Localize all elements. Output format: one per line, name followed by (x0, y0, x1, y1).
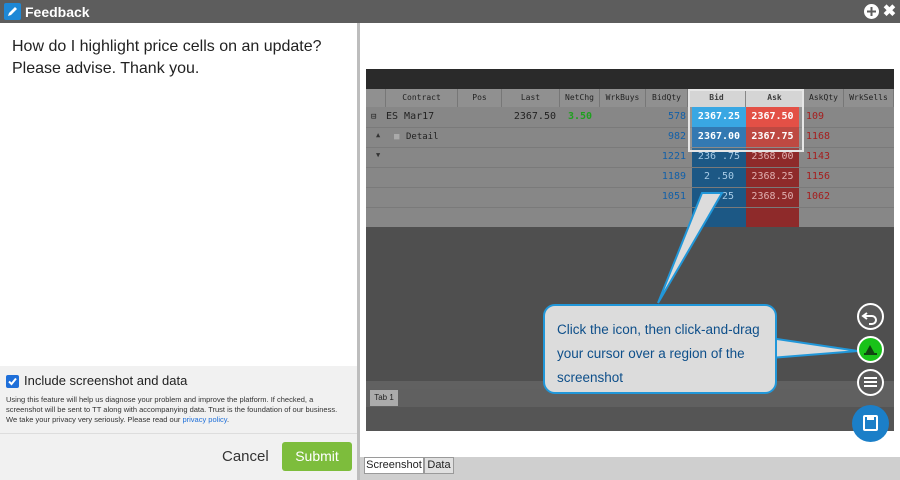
privacy-disclaimer: Using this feature will help us diagnose… (6, 395, 346, 425)
cancel-button[interactable]: Cancel (222, 448, 272, 468)
instruction-callout: Click the icon, then click-and-drag your… (543, 304, 777, 394)
callout-tail-up (657, 192, 724, 304)
window-title: Feedback (25, 4, 90, 20)
include-screenshot-label: Include screenshot and data (24, 373, 188, 388)
disclaimer-suffix: . (226, 415, 230, 424)
message-line: Please advise. Thank you. (12, 60, 200, 77)
form-footer: Include screenshot and data Using this f… (0, 366, 357, 480)
callout-pointers (657, 192, 859, 360)
submit-button[interactable]: Submit (282, 442, 352, 471)
tab-screenshot[interactable]: Screenshot (364, 457, 424, 474)
data-view-icon[interactable] (857, 369, 884, 396)
select-region-icon[interactable] (857, 336, 884, 363)
panel-tab-bar: Screenshot Data (360, 457, 900, 480)
feedback-form: How do I highlight price cells on an upd… (0, 23, 357, 480)
title-bar: Feedback ✖ (0, 0, 900, 23)
callout-text: Click the icon, then click-and-drag your… (557, 322, 760, 385)
tab-data[interactable]: Data (424, 457, 454, 474)
feedback-message-input[interactable]: How do I highlight price cells on an upd… (12, 36, 347, 80)
footer-divider (0, 433, 357, 434)
undo-icon[interactable] (857, 303, 884, 330)
disclaimer-text: Using this feature will help us diagnose… (6, 395, 338, 424)
include-screenshot-checkbox[interactable] (6, 375, 19, 388)
save-icon[interactable] (852, 405, 889, 442)
screenshot-panel: Contract Pos Last NetChg WrkBuys BidQty … (360, 23, 900, 480)
message-line: How do I highlight price cells on an upd… (12, 38, 322, 55)
privacy-policy-link[interactable]: privacy policy (182, 415, 226, 424)
close-icon[interactable]: ✖ (882, 3, 897, 20)
plus-circle-icon[interactable] (864, 4, 879, 19)
pencil-icon (4, 3, 21, 20)
callout-tail-right (769, 336, 859, 360)
